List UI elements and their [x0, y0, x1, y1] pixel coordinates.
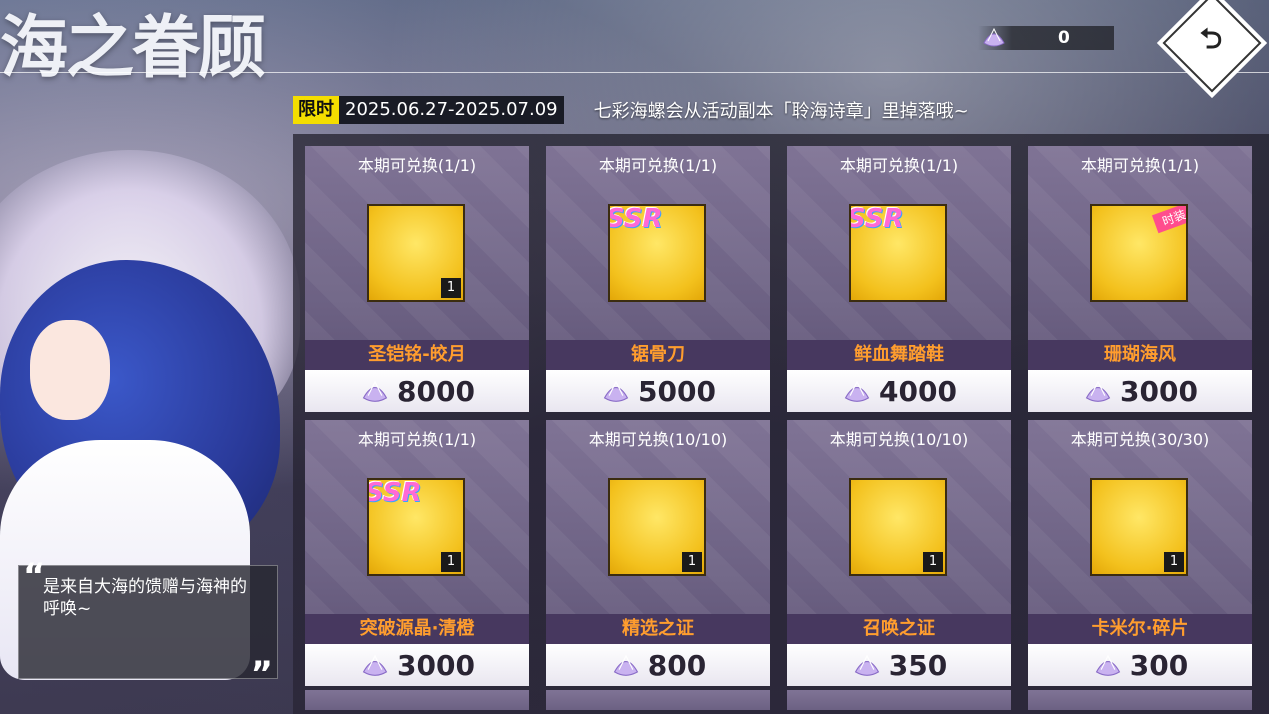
back-button[interactable]: ⮌ — [1162, 0, 1262, 93]
page-title: 海之眷顾 — [0, 8, 266, 88]
exchange-limit: 本期可兑换(1/1) — [357, 156, 477, 175]
price-value: 8000 — [397, 374, 475, 408]
exchange-limit: 本期可兑换(1/1) — [357, 430, 477, 449]
exchange-limit: 本期可兑换(1/1) — [1080, 156, 1200, 175]
limited-badge: 限时 — [293, 96, 339, 124]
undo-arrow-icon: ⮌ — [1199, 22, 1223, 55]
item-quantity: 1 — [441, 552, 461, 572]
close-quote-mark: ” — [250, 654, 273, 694]
price-button[interactable]: 3000 — [305, 644, 529, 686]
price-value: 4000 — [879, 374, 957, 408]
item-name: 突破源晶·清橙 — [305, 614, 529, 644]
price-button[interactable]: 4000 — [787, 370, 1011, 412]
seashell-currency-icon — [844, 380, 870, 402]
crystal-pendant-icon: SSR 1 — [367, 478, 465, 576]
crossed-blades-icon: SSR — [608, 204, 706, 302]
item-name: 卡米尔·碎片 — [1028, 614, 1252, 644]
shop-item-card[interactable]: 本期可兑换(1/1) 时装珊瑚海风 3000 — [1028, 146, 1252, 412]
item-name: 精选之证 — [546, 614, 770, 644]
item-quantity: 1 — [682, 552, 702, 572]
shop-item-card[interactable]: 本期可兑换(1/1) SSR 锯骨刀 5000 — [546, 146, 770, 412]
next-row-card-peek[interactable] — [787, 690, 1011, 710]
price-value: 350 — [888, 648, 948, 682]
item-name: 锯骨刀 — [546, 340, 770, 370]
shop-item-card[interactable]: 本期可兑换(1/1) 1 圣铠铭-皎月 8000 — [305, 146, 529, 412]
price-button[interactable]: 5000 — [546, 370, 770, 412]
item-name: 圣铠铭-皎月 — [305, 340, 529, 370]
seashell-currency-icon — [362, 654, 388, 676]
next-row-card-peek[interactable] — [546, 690, 770, 710]
item-name: 召唤之证 — [787, 614, 1011, 644]
event-dates: 2025.06.27-2025.07.09 — [339, 96, 564, 124]
ssr-badge: SSR — [608, 204, 663, 234]
blue-ticket-icon: 1 — [849, 478, 947, 576]
currency-display: 0 — [978, 26, 1114, 50]
exchange-limit: 本期可兑换(1/1) — [839, 156, 959, 175]
item-name: 鲜血舞踏鞋 — [787, 340, 1011, 370]
shop-item-card[interactable]: 本期可兑换(10/10) 1 精选之证 800 — [546, 420, 770, 686]
seashell-currency-icon — [1085, 380, 1111, 402]
price-button[interactable]: 300 — [1028, 644, 1252, 686]
price-button[interactable]: 3000 — [1028, 370, 1252, 412]
price-value: 800 — [647, 648, 707, 682]
next-row-card-peek[interactable] — [305, 690, 529, 710]
event-info-bar: 限时 2025.06.27-2025.07.09 七彩海螺会从活动副本「聆海诗章… — [293, 96, 969, 124]
exchange-limit: 本期可兑换(30/30) — [1070, 430, 1210, 449]
seashell-currency-icon — [983, 27, 1005, 47]
seashell-currency-icon — [613, 654, 638, 676]
costume-tag: 时装 — [1151, 206, 1186, 234]
price-button[interactable]: 800 — [546, 644, 770, 686]
item-quantity: 1 — [441, 278, 461, 298]
shop-item-card[interactable]: 本期可兑换(10/10) 1 召唤之证 350 — [787, 420, 1011, 686]
item-name: 珊瑚海风 — [1028, 340, 1252, 370]
shop-item-card[interactable]: 本期可兑换(1/1) SSR 1 突破源晶·清橙 3000 — [305, 420, 529, 686]
character-face — [30, 320, 110, 420]
exchange-limit: 本期可兑换(10/10) — [588, 430, 728, 449]
red-ticket-icon: 1 — [608, 478, 706, 576]
character-quote: 是来自大海的馈赠与海神的呼唤~ — [43, 577, 247, 619]
price-button[interactable]: 8000 — [305, 370, 529, 412]
seashell-currency-icon — [362, 380, 388, 402]
price-value: 5000 — [638, 374, 716, 408]
character-portrait-icon: 1 — [1090, 478, 1188, 576]
shop-panel: 本期可兑换(1/1) 1 圣铠铭-皎月 8000 本期可兑换(1/1) SSR 锯骨刀 500… — [293, 134, 1269, 714]
price-button[interactable]: 350 — [787, 644, 1011, 686]
item-quantity: 1 — [923, 552, 943, 572]
shop-item-card[interactable]: 本期可兑换(30/30) 1 卡米尔·碎片 300 — [1028, 420, 1252, 686]
price-value: 3000 — [1120, 374, 1198, 408]
seashell-currency-icon — [1095, 654, 1120, 676]
drop-note: 七彩海螺会从活动副本「聆海诗章」里掉落哦~ — [593, 101, 969, 122]
price-value: 300 — [1129, 648, 1189, 682]
armor-medal-icon: 1 — [367, 204, 465, 302]
ssr-badge: SSR — [367, 478, 422, 508]
next-row-card-peek[interactable] — [1028, 690, 1252, 710]
red-shoes-icon: SSR — [849, 204, 947, 302]
price-value: 3000 — [397, 648, 475, 682]
exchange-limit: 本期可兑换(10/10) — [829, 430, 969, 449]
seashell-currency-icon — [603, 380, 629, 402]
exchange-limit: 本期可兑换(1/1) — [598, 156, 718, 175]
shop-item-card[interactable]: 本期可兑换(1/1) SSR 鲜血舞踏鞋 4000 — [787, 146, 1011, 412]
item-quantity: 1 — [1164, 552, 1184, 572]
ssr-badge: SSR — [849, 204, 904, 234]
header-divider — [0, 72, 1269, 73]
character-portrait-icon: 时装 — [1090, 204, 1188, 302]
character-quote-box: “ 是来自大海的馈赠与海神的呼唤~ ” — [18, 556, 278, 694]
open-quote-mark: “ — [23, 556, 46, 596]
currency-count: 0 — [1058, 28, 1070, 48]
seashell-currency-icon — [854, 654, 879, 676]
